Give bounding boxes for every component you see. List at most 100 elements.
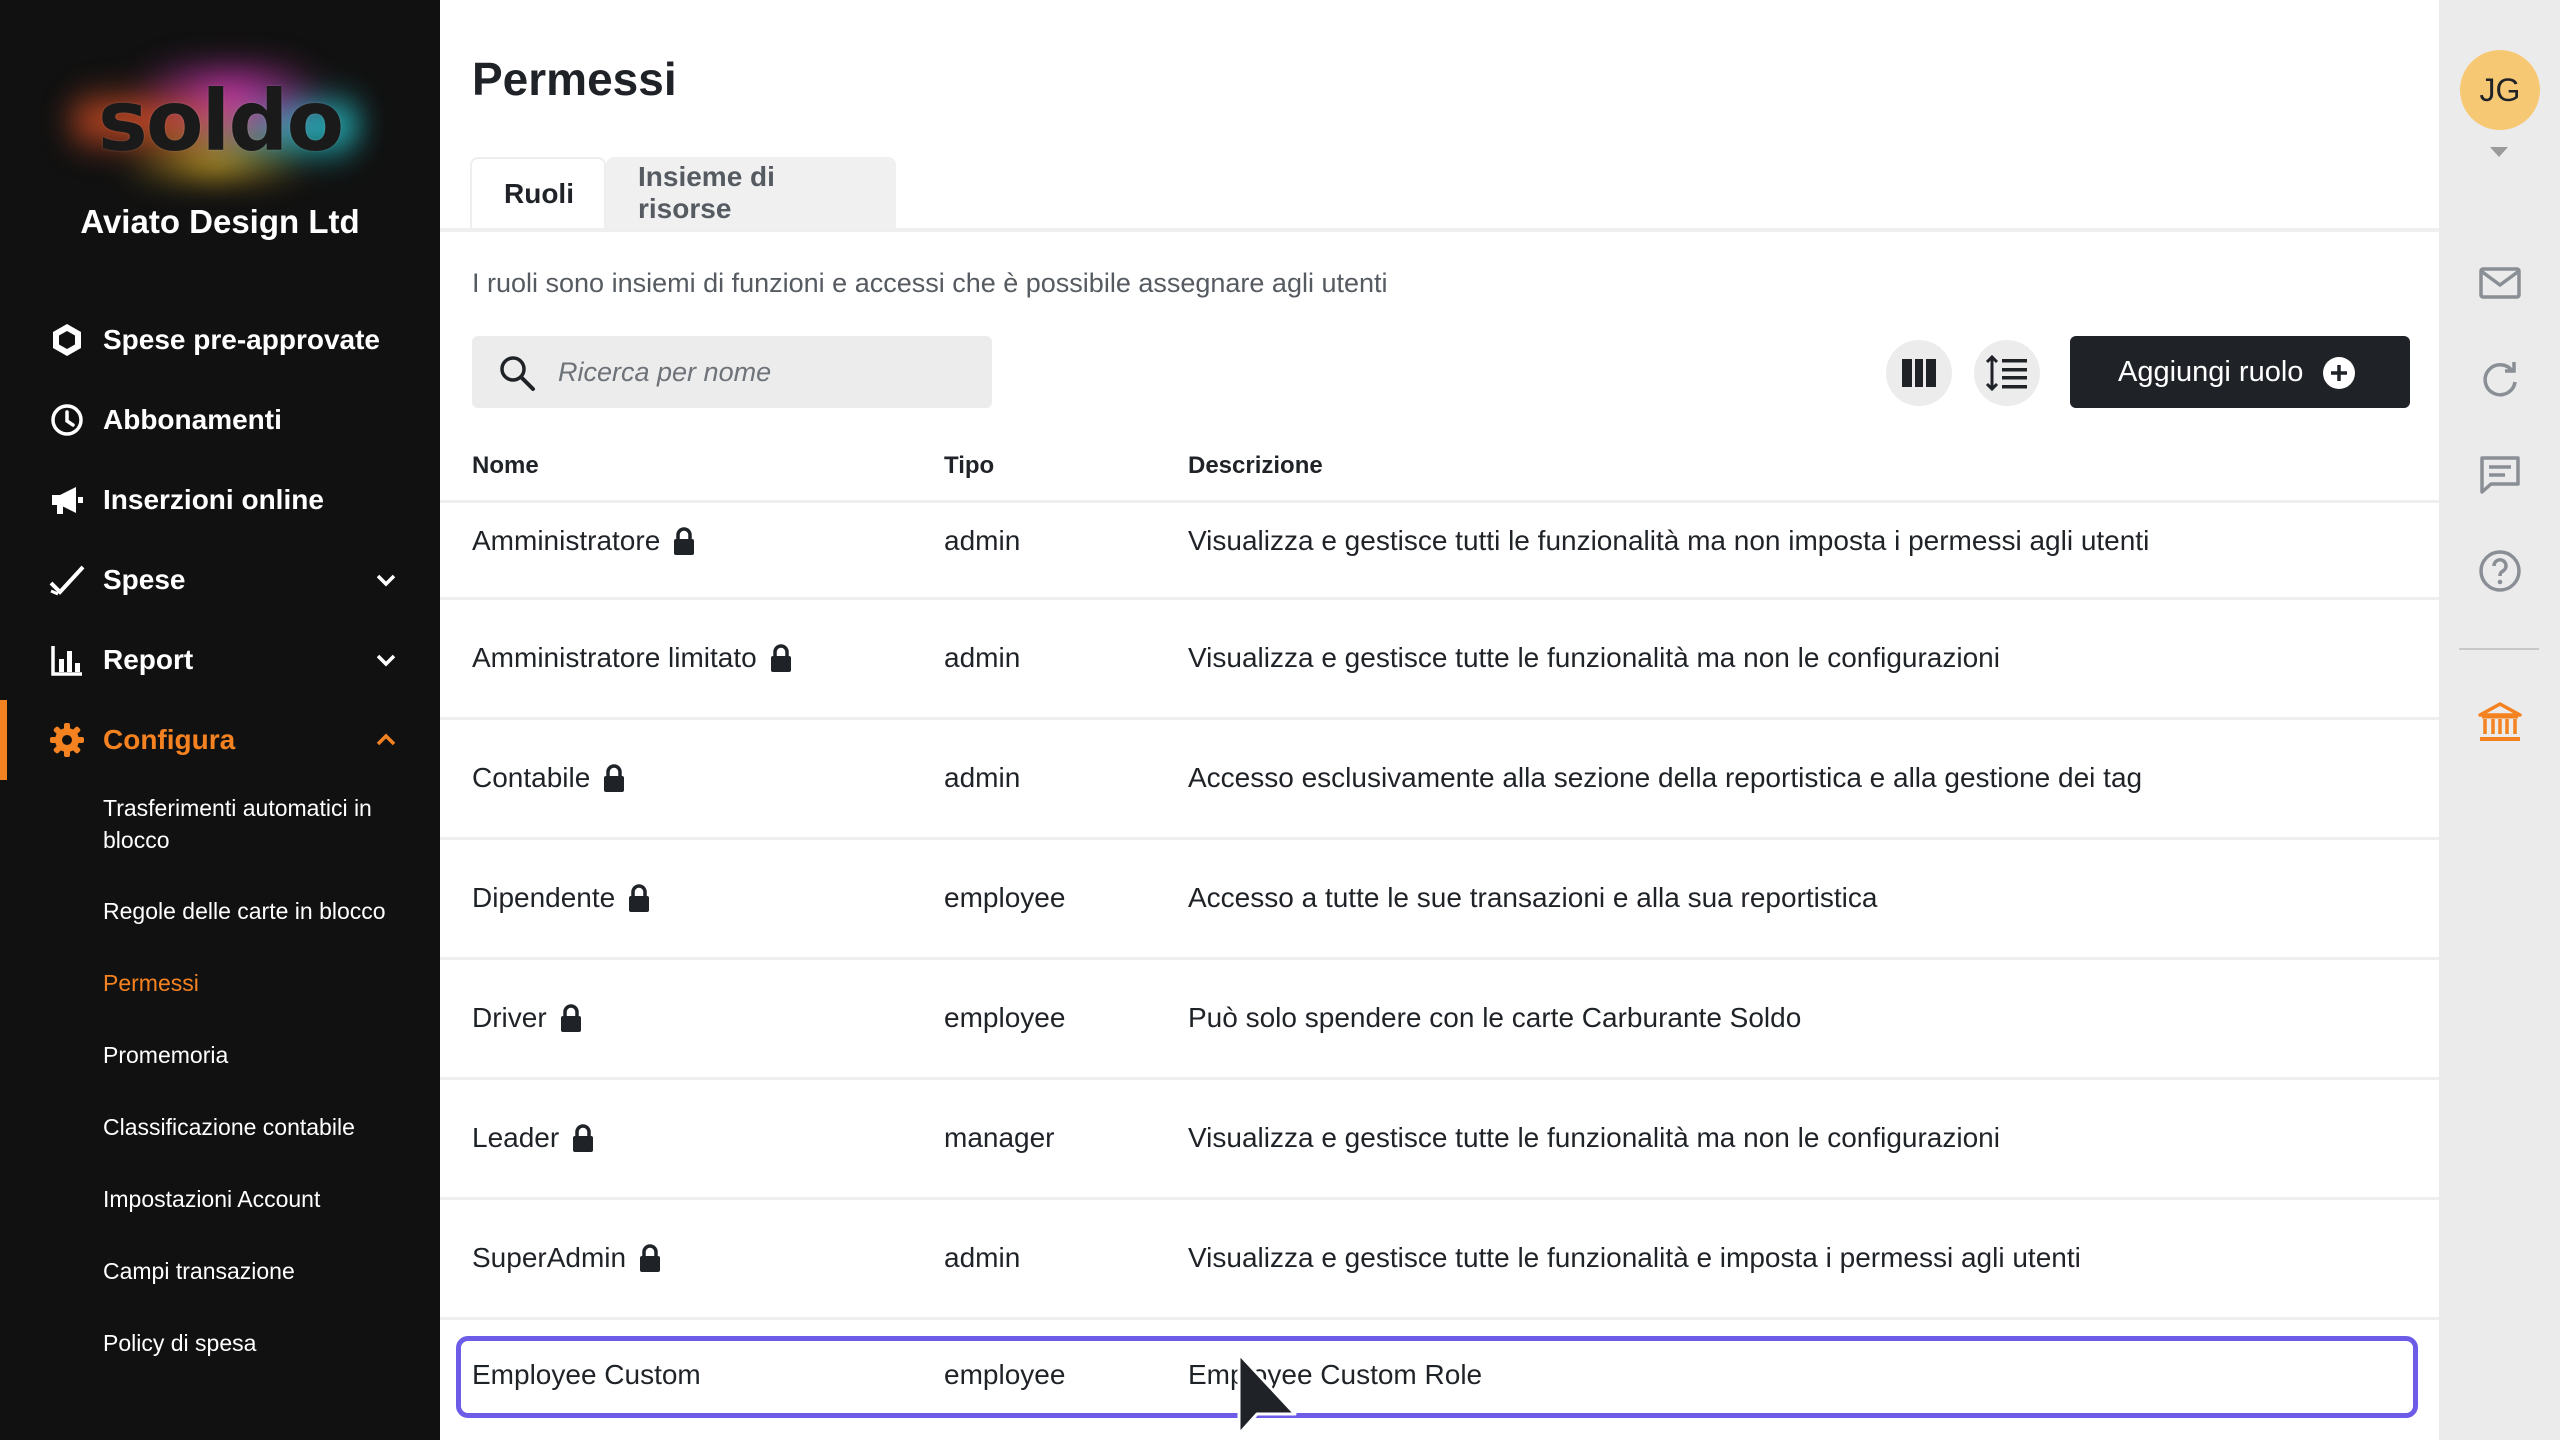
logo[interactable]: soldo <box>0 40 440 200</box>
role-name-cell: Dipendente <box>472 882 651 914</box>
subitem-policy-spesa[interactable]: Policy di spesa <box>103 1327 423 1359</box>
chevron-up-icon[interactable] <box>373 727 399 753</box>
role-name: Amministratore <box>472 525 661 556</box>
role-type: employee <box>944 1359 1066 1390</box>
lock-icon <box>560 1004 581 1032</box>
clock-icon <box>48 401 86 439</box>
tabs-divider <box>440 228 2439 232</box>
subitem-permessi[interactable]: Permessi <box>103 967 423 999</box>
gear-icon <box>48 721 86 759</box>
table-row[interactable]: Contabile admin Accesso esclusivamente a… <box>440 717 2439 837</box>
columns-button[interactable] <box>1886 340 1952 406</box>
chevron-down-icon[interactable] <box>373 567 399 593</box>
role-name-cell: Amministratore limitato <box>472 642 793 674</box>
logo-text: soldo <box>97 72 344 170</box>
role-name-cell: Driver <box>472 1002 583 1034</box>
lock-icon <box>604 764 625 792</box>
role-name-cell: Contabile <box>472 762 626 794</box>
subitem-campi-transazione[interactable]: Campi transazione <box>103 1255 423 1287</box>
refresh-icon[interactable] <box>2477 356 2523 402</box>
chat-icon[interactable] <box>2477 452 2523 498</box>
lock-icon <box>674 527 695 555</box>
search-icon <box>500 356 535 391</box>
add-role-label: Aggiungi ruolo <box>2118 355 2304 388</box>
subitem-promemoria[interactable]: Promemoria <box>103 1039 423 1071</box>
role-type: admin <box>944 762 1021 793</box>
role-name: Contabile <box>472 762 591 793</box>
column-header-name[interactable]: Nome <box>472 452 539 480</box>
plus-circle-icon <box>2323 357 2355 389</box>
megaphone-icon <box>48 481 86 519</box>
role-name-cell: Amministratore <box>472 525 696 557</box>
sidebar-item-configura[interactable]: Configura <box>0 700 440 780</box>
company-name: Aviato Design Ltd <box>80 203 360 240</box>
intro-text: I ruoli sono insiemi di funzioni e acces… <box>472 268 1388 298</box>
role-name-cell: Employee Custom <box>472 1359 701 1391</box>
role-description: Employee Custom Role <box>1188 1359 1483 1390</box>
role-description: Accesso esclusivamente alla sezione dell… <box>1188 762 2143 793</box>
role-description: Accesso a tutte le sue transazioni e all… <box>1188 882 1878 913</box>
table-row-highlighted[interactable]: Employee Custom employee Employee Custom… <box>456 1336 2418 1418</box>
column-header-type[interactable]: Tipo <box>944 452 994 480</box>
bar-chart-icon <box>48 641 86 679</box>
role-name: Driver <box>472 1002 547 1033</box>
role-type: admin <box>944 1242 1021 1273</box>
table-row[interactable]: SuperAdmin admin Visualizza e gestisce t… <box>440 1197 2439 1317</box>
table-row[interactable]: Amministratore limitato admin Visualizza… <box>440 597 2439 717</box>
sidebar-item-label: Inserzioni online <box>103 484 324 515</box>
role-name: Leader <box>472 1122 560 1153</box>
lock-icon <box>770 644 791 672</box>
sidebar-item-inserzioni-online[interactable]: Inserzioni online <box>0 460 440 540</box>
role-description: Visualizza e gestisce tutte le funzional… <box>1188 642 2000 673</box>
sidebar-item-label: Spese pre-approvate <box>103 324 380 355</box>
table-row[interactable]: Leader manager Visualizza e gestisce tut… <box>440 1077 2439 1197</box>
avatar[interactable]: JG <box>2460 50 2540 130</box>
sidebar-item-label: Abbonamenti <box>103 404 282 435</box>
bank-icon[interactable] <box>2477 700 2523 746</box>
sidebar-item-spese[interactable]: Spese <box>0 540 440 620</box>
tab-insieme-risorse[interactable]: Insieme di risorse <box>606 157 896 229</box>
page-title: Permessi <box>472 53 677 105</box>
role-type: manager <box>944 1122 1055 1153</box>
columns-icon <box>1902 359 1936 387</box>
column-header-description[interactable]: Descrizione <box>1188 452 1323 480</box>
role-type: employee <box>944 882 1066 913</box>
add-role-button[interactable]: Aggiungi ruolo <box>2070 336 2410 408</box>
sidebar-item-label: Spese <box>103 564 186 595</box>
table-row[interactable]: Driver employee Può solo spendere con le… <box>440 957 2439 1077</box>
sidebar-item-abbonamenti[interactable]: Abbonamenti <box>0 380 440 460</box>
sidebar-item-spese-pre-approvate[interactable]: Spese pre-approvate <box>0 300 440 380</box>
sidebar-item-label: Report <box>103 644 194 675</box>
role-description: Può solo spendere con le carte Carburant… <box>1188 1002 1802 1033</box>
tab-ruoli[interactable]: Ruoli <box>470 157 606 229</box>
role-description: Visualizza e gestisce tutte le funzional… <box>1188 1122 2000 1153</box>
lock-icon <box>629 884 650 912</box>
subitem-regole-carte[interactable]: Regole delle carte in blocco <box>103 895 423 927</box>
role-name: Dipendente <box>472 882 616 913</box>
help-icon[interactable] <box>2477 548 2523 594</box>
mail-icon[interactable] <box>2477 260 2523 306</box>
role-name-cell: Leader <box>472 1122 595 1154</box>
role-name: Amministratore limitato <box>472 642 757 673</box>
role-name: SuperAdmin <box>472 1242 627 1273</box>
subitem-impostazioni-account[interactable]: Impostazioni Account <box>103 1183 423 1215</box>
mouse-cursor-icon <box>1237 1352 1297 1436</box>
caret-down-icon[interactable] <box>2489 146 2509 158</box>
sidebar-item-report[interactable]: Report <box>0 620 440 700</box>
role-description: Visualizza e gestisce tutte le funzional… <box>1188 1242 2081 1273</box>
role-type: admin <box>944 642 1021 673</box>
table-row[interactable]: Dipendente employee Accesso a tutte le s… <box>440 837 2439 957</box>
line-height-icon <box>1985 354 2027 392</box>
chevron-down-icon[interactable] <box>373 647 399 673</box>
role-name: Employee Custom <box>472 1359 701 1390</box>
subitem-trasferimenti[interactable]: Trasferimenti automatici in blocco <box>103 792 423 856</box>
row-density-button[interactable] <box>1974 340 2040 406</box>
search-input[interactable] <box>558 350 978 394</box>
sidebar: soldo Aviato Design Ltd Spese pre-approv… <box>0 0 440 1440</box>
hexagon-icon <box>48 321 86 359</box>
lock-icon <box>573 1124 594 1152</box>
subitem-classificazione-contabile[interactable]: Classificazione contabile <box>103 1111 423 1143</box>
right-rail: JG <box>2439 0 2560 1440</box>
lock-icon <box>640 1244 661 1272</box>
rail-divider <box>2459 648 2539 650</box>
